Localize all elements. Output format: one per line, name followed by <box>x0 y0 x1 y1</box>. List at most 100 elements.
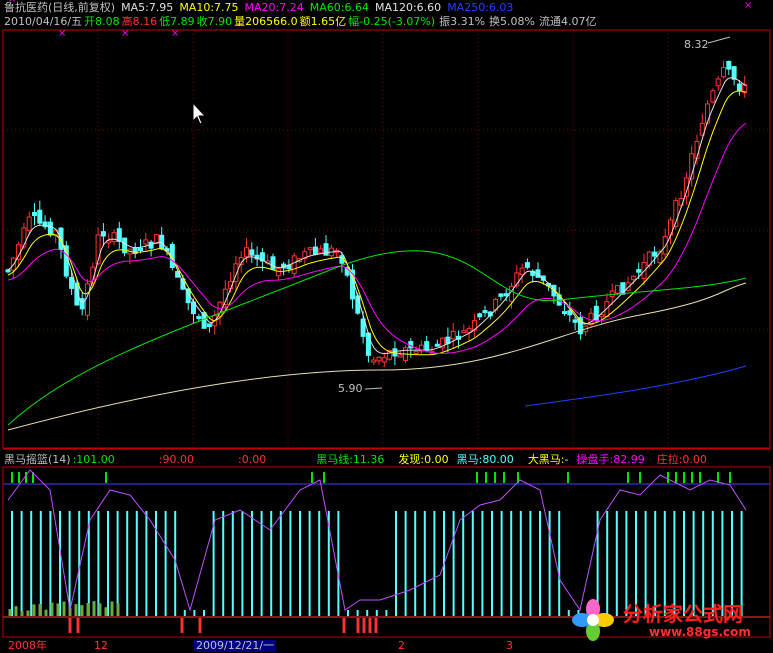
candle-body <box>434 343 440 347</box>
quote-amount: 额1.65亿 <box>299 15 347 28</box>
candle-body <box>275 268 281 277</box>
candle-body <box>381 357 387 363</box>
indicator-v1: :101.00 <box>72 453 115 466</box>
marker-glyph: × <box>171 28 179 39</box>
quote-close: 收7.90 <box>196 15 233 28</box>
candle-body <box>705 103 711 124</box>
candle-body <box>572 319 578 323</box>
candle-body <box>731 66 737 80</box>
candle-body <box>477 313 483 318</box>
candle-body <box>609 290 615 298</box>
axis-label-2: 2 <box>398 639 405 652</box>
candle-body <box>721 66 726 78</box>
mouse-cursor-icon <box>192 101 207 125</box>
candle-body <box>371 359 377 363</box>
candle-body <box>461 329 467 334</box>
quote-header: 2010/04/16/五 开8.08 高8.16 低7.89 收7.90 量206566.… <box>4 15 602 28</box>
candle-body <box>355 295 361 314</box>
ma5-value: MA5:7.95 <box>121 1 174 14</box>
quote-float: 流通4.07亿 <box>538 15 597 28</box>
low-price-label: 5.90 <box>338 382 363 395</box>
candle-body <box>498 293 504 297</box>
candle-body <box>270 256 276 270</box>
ma10-line <box>7 90 747 356</box>
chart-window[interactable]: ××××× 鲁抗医药(日线,前复权)MA5:7.95MA10:7.75MA20:… <box>0 0 773 653</box>
candle-body <box>519 267 525 276</box>
indicator-name: 黑马摇篮(14) <box>4 453 71 466</box>
quote-turnover: 换5.08% <box>489 15 535 28</box>
axis-label-3: 3 <box>506 639 513 652</box>
candle-body <box>397 354 403 358</box>
stock-title: 鲁抗医药(日线,前复权) <box>4 1 116 14</box>
caopanshou-value: 操盘手:82.99 <box>576 453 645 466</box>
candle-body <box>466 328 472 333</box>
candle-body <box>132 247 138 254</box>
candle-body <box>69 276 75 289</box>
faxian-value: 发现:0.00 <box>398 453 449 466</box>
quote-change: 幅-0.25(-3.07%) <box>348 15 436 28</box>
candle-body <box>413 351 419 355</box>
indicator-header: 黑马摇篮(14):101.00:90.00:0.00 黑马线:11.36 发现:0.… <box>4 453 713 466</box>
marker-glyph: × <box>58 28 66 39</box>
candle-body <box>652 251 658 257</box>
ma20-value: MA20:7.24 <box>244 1 304 14</box>
axis-cursor-date[interactable]: 2009/12/21/一 <box>194 640 277 652</box>
candle-body <box>524 262 530 268</box>
candle-body <box>376 356 382 362</box>
candle-body <box>32 211 37 217</box>
candle-body <box>100 231 106 237</box>
candle-body <box>503 293 509 297</box>
indicator-v3: :0.00 <box>238 453 267 466</box>
candle-body <box>206 323 212 328</box>
heima-value: 黑马:80.00 <box>456 453 514 466</box>
candle-body <box>630 275 636 280</box>
candle-body <box>16 244 22 260</box>
low-arrow <box>364 387 383 390</box>
high-arrow <box>707 36 731 44</box>
candle-body <box>562 311 567 315</box>
candle-body <box>244 247 249 258</box>
high-price-label: 8.32 <box>684 38 709 51</box>
logo-name: 分析家公式网 <box>623 602 743 626</box>
candle-body <box>318 248 324 254</box>
candle-body <box>365 332 371 356</box>
candle-body <box>79 298 85 310</box>
candle-body <box>21 227 27 248</box>
candle-body <box>424 341 430 351</box>
candle-body <box>636 269 642 273</box>
quote-amplitude: 振3.31% <box>439 15 486 28</box>
quote-low: 低7.89 <box>159 15 195 28</box>
candle-body <box>196 316 202 320</box>
axis-label-2008: 2008年 <box>8 639 47 652</box>
candle-body <box>736 83 742 92</box>
candle-body <box>615 285 620 294</box>
candle-body <box>201 312 207 329</box>
marker-glyph: × <box>121 28 129 39</box>
ma250-value: MA250:6.03 <box>447 1 514 14</box>
ma250-line <box>524 365 747 407</box>
candle-body <box>312 246 318 255</box>
candle-body <box>143 239 149 245</box>
logo-url: www.88gs.com <box>649 625 751 639</box>
price-chart[interactable]: ××××× <box>0 0 773 653</box>
da-heima-value: 大黑马:- <box>527 453 569 466</box>
ma60-value: MA60:6.64 <box>309 1 369 14</box>
quote-high: 高8.16 <box>121 15 158 28</box>
candle-body <box>138 247 143 252</box>
candle-body <box>111 232 117 243</box>
candle-body <box>37 209 43 224</box>
candle-body <box>26 216 32 231</box>
quote-volume: 量206566.0 <box>234 15 298 28</box>
zhuangla-value: 庄拉:0.00 <box>656 453 707 466</box>
candle-body <box>710 90 716 103</box>
candle-body <box>249 249 255 256</box>
candle-body <box>291 255 297 274</box>
ma120-value: MA120:6.60 <box>374 1 442 14</box>
candle-body <box>715 78 721 87</box>
candle-body <box>116 228 122 242</box>
ma10-value: MA10:7.75 <box>179 1 239 14</box>
quote-date: 2010/04/16/五 <box>4 15 83 28</box>
quote-open: 开8.08 <box>84 15 120 28</box>
axis-label-12: 12 <box>94 639 108 652</box>
watermark-logo: 分析家公式网 www.88gs.com <box>569 592 769 647</box>
